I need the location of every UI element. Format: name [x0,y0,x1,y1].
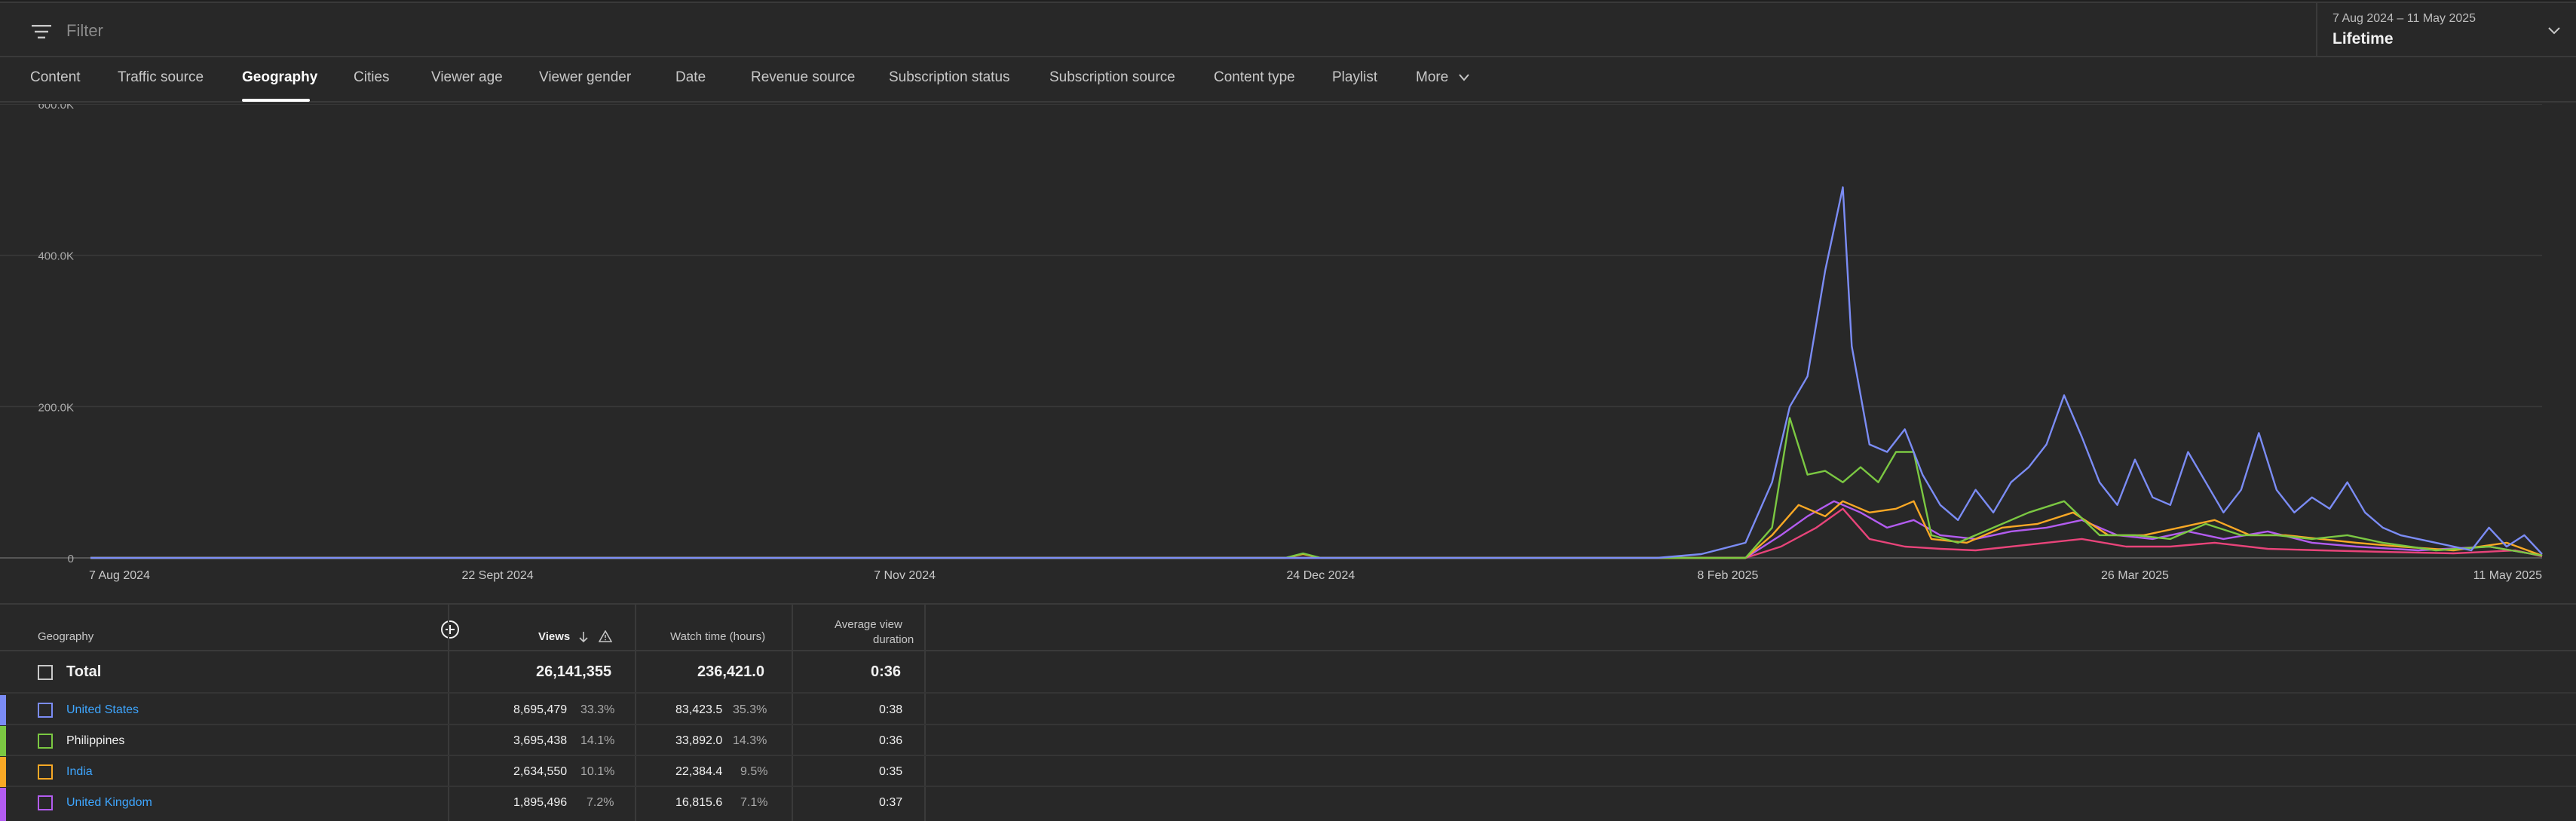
views-header[interactable]: Views [538,630,570,643]
watch-time-value: 22,384.4 [675,765,723,778]
total-checkbox[interactable] [38,665,53,680]
tab-viewer-gender[interactable]: Viewer gender [539,69,631,86]
tab-more[interactable]: More [1416,69,1471,86]
y-tick-label: 200.0K [38,401,74,414]
table-header: Geography Views Watch time (hours) Avera… [0,605,2576,651]
tab-bar: Content Traffic source Geography Cities … [0,59,2576,103]
tab-more-label: More [1416,69,1449,85]
avg-duration-value: 0:35 [879,765,903,778]
watch-time-percent: 35.3% [733,703,767,716]
add-metric-icon[interactable] [440,620,460,639]
total-row: Total 26,141,355 236,421.0 0:36 [0,651,2576,694]
tab-content[interactable]: Content [30,69,81,86]
series-color-bar [0,757,6,787]
views-percent: 14.1% [580,734,615,747]
series-color-bar [0,726,6,756]
chevron-down-icon [2548,27,2560,35]
watch-time-value: 83,423.5 [675,703,723,716]
tab-content-type[interactable]: Content type [1214,69,1295,86]
tab-subscription-status[interactable]: Subscription status [889,69,1010,86]
table-row: United States 8,695,479 33.3% 83,423.5 3… [0,695,2576,725]
views-percent: 33.3% [580,703,615,716]
watch-time-value: 16,815.6 [675,796,723,809]
active-tab-indicator [242,99,310,102]
tab-traffic-source[interactable]: Traffic source [118,69,204,86]
avg-view-duration-header-line2[interactable]: duration [873,633,914,646]
arrow-down-icon[interactable] [577,630,590,644]
tab-cities[interactable]: Cities [354,69,390,86]
date-range-label: Lifetime [2332,30,2394,47]
avg-duration-value: 0:37 [879,796,903,809]
views-value: 8,695,479 [513,703,568,716]
watch-time-percent: 14.3% [733,734,767,747]
views-percent: 7.2% [587,796,614,809]
x-tick-label: 7 Aug 2024 [89,569,150,582]
views-line-chart: 0 200.0K 400.0K 600.0K 7 Aug 2024 22 Sept 202… [0,104,2576,602]
views-value: 2,634,550 [513,765,568,778]
series-line-other [90,507,2543,559]
y-tick-label: 400.0K [38,250,74,263]
series-line-india [90,500,2543,559]
avg-duration-value: 0:36 [879,734,903,747]
table-row: India 2,634,550 10.1% 22,384.4 9.5% 0:35 [0,757,2576,787]
y-tick-label: 600.0K [38,104,74,112]
views-value: 3,695,438 [513,734,568,747]
row-checkbox[interactable] [38,703,53,718]
row-checkbox[interactable] [38,734,53,749]
series-line-philippines [90,417,2543,559]
y-tick-label: 0 [68,553,74,565]
tab-date[interactable]: Date [675,69,706,86]
views-value: 1,895,496 [513,796,568,809]
geography-header: Geography [38,630,94,643]
total-label: Total [66,663,102,680]
watch-time-header[interactable]: Watch time (hours) [670,630,765,643]
tab-revenue-source[interactable]: Revenue source [751,69,855,86]
filter-icon[interactable] [30,23,53,41]
country-name: Philippines [66,734,125,747]
total-watch-time: 236,421.0 [697,663,764,680]
avg-view-duration-header-line1[interactable]: Average view [835,618,902,631]
tab-playlist[interactable]: Playlist [1332,69,1377,86]
tab-viewer-age[interactable]: Viewer age [431,69,503,86]
total-avg-duration: 0:36 [871,663,902,680]
row-checkbox[interactable] [38,795,53,810]
total-views: 26,141,355 [536,663,612,680]
x-tick-label: 24 Dec 2024 [1287,569,1355,582]
views-percent: 10.1% [580,765,615,778]
watch-time-percent: 9.5% [740,765,768,778]
country-link[interactable]: United Kingdom [66,796,152,810]
x-tick-label: 8 Feb 2025 [1697,569,1758,582]
warning-icon [599,630,612,642]
row-checkbox[interactable] [38,764,53,780]
table-row: Philippines 3,695,438 14.1% 33,892.0 14.… [0,726,2576,756]
chevron-down-icon [1458,74,1469,81]
x-tick-label: 11 May 2025 [2473,569,2542,582]
filter-input[interactable]: Filter [66,21,103,41]
avg-duration-value: 0:38 [879,703,903,716]
date-range-text: 7 Aug 2024 – 11 May 2025 [2332,12,2476,25]
date-range-selector[interactable]: 7 Aug 2024 – 11 May 2025 Lifetime [2316,3,2576,57]
x-tick-label: 7 Nov 2024 [874,569,936,582]
watch-time-percent: 7.1% [740,796,768,809]
chart-canvas: 0 200.0K 400.0K 600.0K 7 Aug 2024 22 Sept 202… [0,104,2543,582]
series-color-bar [0,788,6,821]
x-tick-label: 22 Sept 2024 [461,569,533,582]
x-tick-label: 26 Mar 2025 [2101,569,2169,582]
watch-time-value: 33,892.0 [675,734,723,747]
tab-geography[interactable]: Geography [242,69,317,86]
series-line-united-states [90,186,2543,559]
filter-bar: Filter 7 Aug 2024 – 11 May 2025 Lifetime [0,3,2576,57]
country-link[interactable]: India [66,765,93,779]
geography-table: Geography Views Watch time (hours) Avera… [0,603,2576,821]
tab-subscription-source[interactable]: Subscription source [1049,69,1175,86]
table-row: United Kingdom 1,895,496 7.2% 16,815.6 7… [0,788,2576,821]
country-link[interactable]: United States [66,703,139,717]
series-color-bar [0,695,6,725]
